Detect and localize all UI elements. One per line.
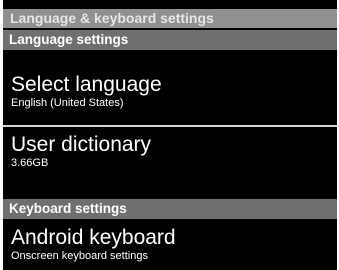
- android-keyboard-title: Android keyboard: [11, 226, 176, 249]
- select-language-title: Select language: [11, 73, 162, 96]
- select-language-item[interactable]: Select language English (United States): [3, 50, 337, 125]
- android-keyboard-summary: Onscreen keyboard settings: [11, 250, 148, 262]
- android-keyboard-item[interactable]: Android keyboard Onscreen keyboard setti…: [3, 219, 337, 262]
- section-header-language: Language settings: [3, 30, 337, 50]
- settings-screen: Language & keyboard settings Language se…: [3, 0, 337, 270]
- user-dictionary-item[interactable]: User dictionary 3.66GB: [3, 127, 337, 199]
- user-dictionary-summary: 3.66GB: [11, 157, 49, 169]
- user-dictionary-title: User dictionary: [11, 133, 152, 156]
- screen-title: Language & keyboard settings: [3, 9, 337, 28]
- select-language-summary: English (United States): [11, 97, 124, 109]
- section-header-keyboard: Keyboard settings: [3, 199, 337, 219]
